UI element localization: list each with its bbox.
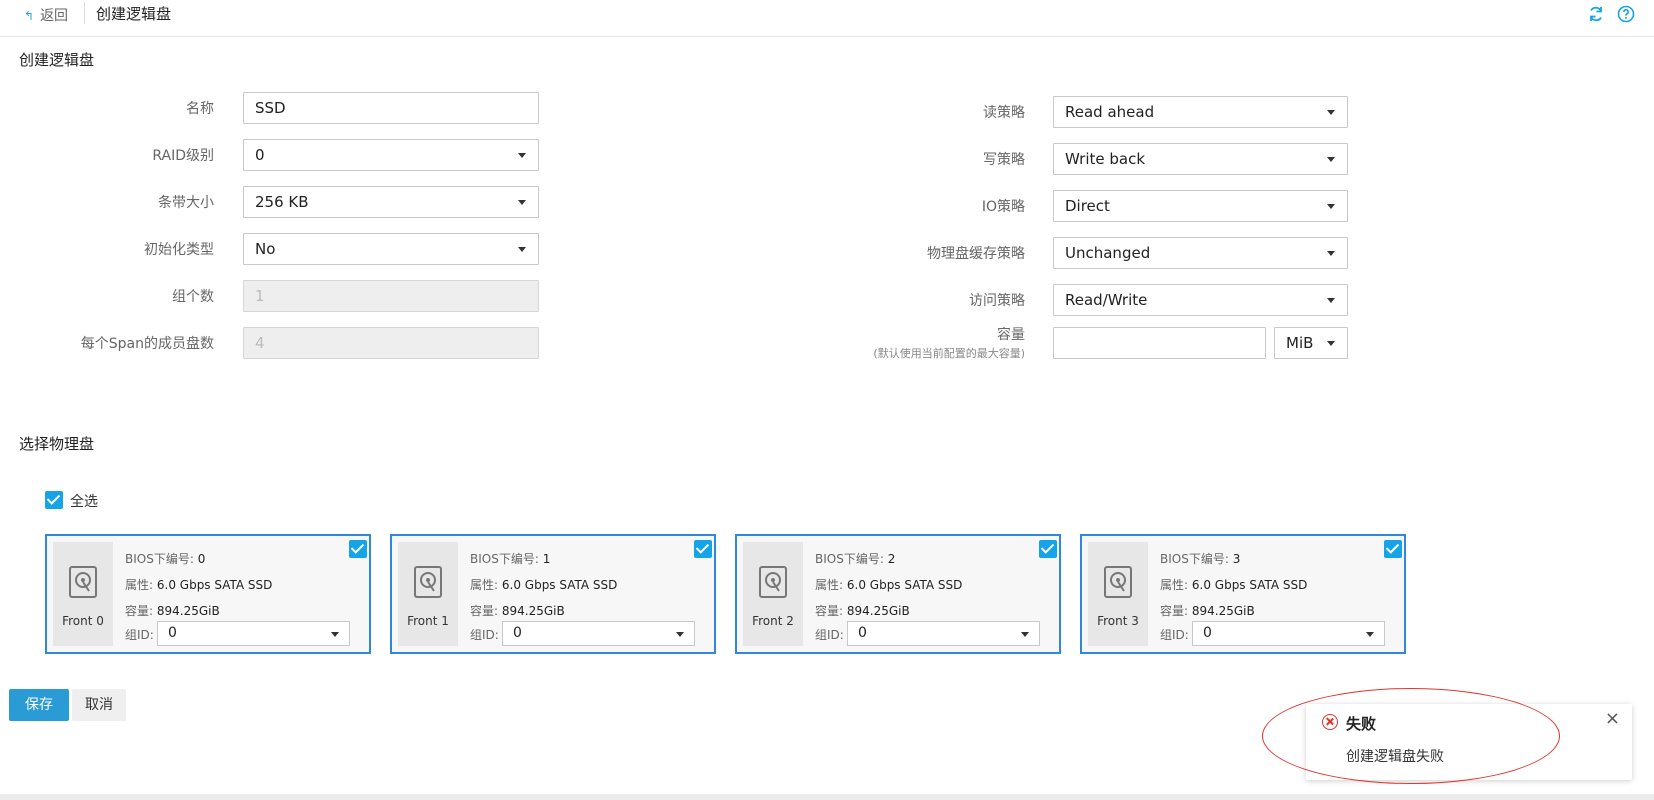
capacity-hint: (默认使用当前配置的最大容量) [873,347,1025,360]
top-bar: ↰ 返回 创建逻辑盘 [0,0,1654,37]
write-policy-label: 写策略 [983,152,1025,168]
disk-capacity: 容量: 894.25GiB [1160,604,1255,618]
disk-attr: 属性: 6.0 Gbps SATA SSD [1160,578,1308,592]
group-id-select[interactable]: 0 [502,621,695,646]
group-count-label: 组个数 [172,289,214,305]
disk-checkbox[interactable] [1384,540,1402,558]
group-id-select[interactable]: 0 [847,621,1040,646]
refresh-icon[interactable] [1587,5,1605,23]
disk-attr: 属性: 6.0 Gbps SATA SSD [815,578,963,592]
back-label: 返回 [40,8,69,24]
capacity-unit-select[interactable]: MiB [1274,327,1348,359]
disk-attr: 属性: 6.0 Gbps SATA SSD [470,578,618,592]
init-type-select[interactable]: No [243,233,539,265]
group-id-label: 组ID: [470,628,499,642]
disk-bios: BIOS下编号: 3 [1160,552,1241,566]
form-section-title: 创建逻辑盘 [19,51,95,69]
capacity-label: 容量 (默认使用当前配置的最大容量) [830,324,1025,361]
back-arrow-icon: ↰ [24,9,35,23]
disk-icon-box: Front 0 [53,542,113,646]
cancel-button[interactable]: 取消 [72,689,126,721]
save-button[interactable]: 保存 [9,689,69,721]
disk-name: Front 0 [62,614,104,628]
access-policy-label: 访问策略 [969,293,1025,309]
hard-disk-icon [69,566,97,598]
capacity-input[interactable] [1053,327,1266,359]
raid-level-label: RAID级别 [152,148,214,164]
io-policy-select[interactable]: Direct [1053,190,1348,222]
disk-name: Front 1 [407,614,449,628]
disk-bios: BIOS下编号: 2 [815,552,896,566]
disk-capacity: 容量: 894.25GiB [815,604,910,618]
group-id-select[interactable]: 0 [1192,621,1385,646]
disk-card-front-2[interactable]: Front 2 BIOS下编号: 2 属性: 6.0 Gbps SATA SSD… [735,534,1061,654]
group-id-label: 组ID: [125,628,154,642]
strip-size-label: 条带大小 [158,195,214,211]
page-title: 创建逻辑盘 [96,5,172,23]
span-members-label: 每个Span的成员盘数 [80,336,214,352]
io-policy-label: IO策略 [981,199,1025,215]
disk-card-front-3[interactable]: Front 3 BIOS下编号: 3 属性: 6.0 Gbps SATA SSD… [1080,534,1406,654]
group-id-select[interactable]: 0 [157,621,350,646]
disk-capacity: 容量: 894.25GiB [125,604,220,618]
back-link[interactable]: ↰ 返回 [24,5,68,25]
group-id-label: 组ID: [1160,628,1189,642]
disk-bios: BIOS下编号: 0 [125,552,206,566]
help-icon[interactable] [1617,5,1635,23]
annotation-ellipse [1262,688,1560,784]
disk-attr: 属性: 6.0 Gbps SATA SSD [125,578,273,592]
hard-disk-icon [414,566,442,598]
select-all-label: 全选 [70,494,98,510]
close-icon[interactable]: × [1605,708,1620,729]
name-input[interactable]: SSD [243,92,539,124]
group-count-input: 1 [243,280,539,312]
disk-cache-select[interactable]: Unchanged [1053,237,1348,269]
disk-checkbox[interactable] [694,540,712,558]
disk-card-front-1[interactable]: Front 1 BIOS下编号: 1 属性: 6.0 Gbps SATA SSD… [390,534,716,654]
read-policy-label: 读策略 [983,105,1025,121]
hard-disk-icon [1104,566,1132,598]
span-members-input: 4 [243,327,539,359]
group-id-label: 组ID: [815,628,844,642]
init-type-label: 初始化类型 [144,242,214,258]
capacity-label-text: 容量 [997,327,1025,343]
disk-capacity: 容量: 894.25GiB [470,604,565,618]
disk-checkbox[interactable] [349,540,367,558]
disk-checkbox[interactable] [1039,540,1057,558]
select-all-checkbox[interactable] [45,491,63,509]
disk-icon-box: Front 2 [743,542,803,646]
disk-cache-label: 物理盘缓存策略 [927,246,1025,262]
write-policy-select[interactable]: Write back [1053,143,1348,175]
raid-level-select[interactable]: 0 [243,139,539,171]
disk-icon-box: Front 3 [1088,542,1148,646]
divider [84,2,85,24]
disk-card-front-0[interactable]: Front 0 BIOS下编号: 0 属性: 6.0 Gbps SATA SSD… [45,534,371,654]
name-label: 名称 [186,101,214,117]
disk-section-title: 选择物理盘 [19,435,95,453]
disk-name: Front 2 [752,614,794,628]
hard-disk-icon [759,566,787,598]
disk-icon-box: Front 1 [398,542,458,646]
disk-name: Front 3 [1097,614,1139,628]
bottom-strip [0,794,1654,800]
read-policy-select[interactable]: Read ahead [1053,96,1348,128]
disk-bios: BIOS下编号: 1 [470,552,551,566]
access-policy-select[interactable]: Read/Write [1053,284,1348,316]
strip-size-select[interactable]: 256 KB [243,186,539,218]
